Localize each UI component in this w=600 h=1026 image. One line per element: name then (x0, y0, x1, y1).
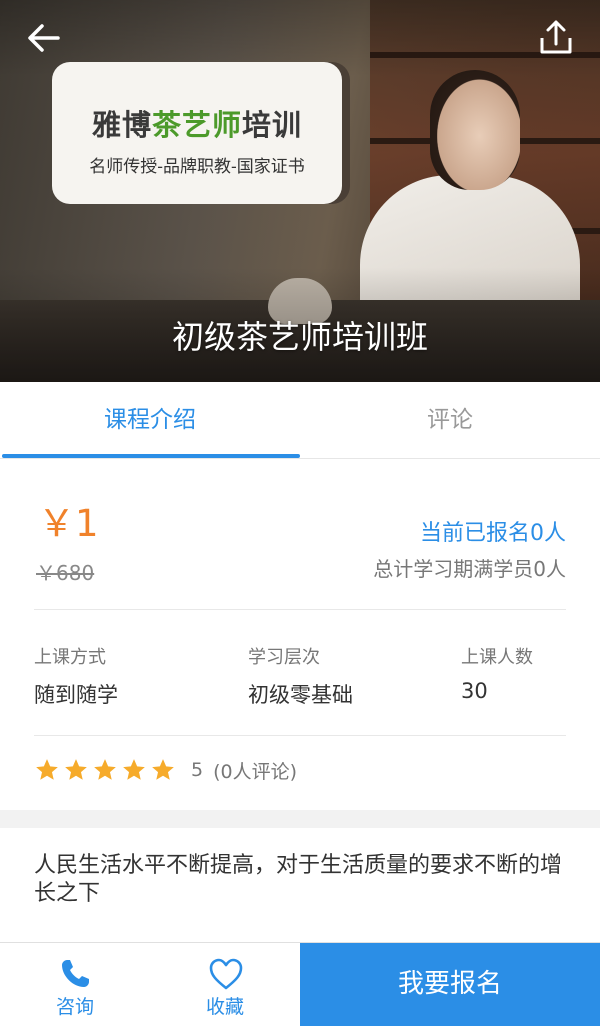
meta-label: 上课方式 (34, 647, 106, 668)
meta-item-level: 学习层次 初级零基础 (248, 643, 353, 709)
tab-course-intro[interactable]: 课程介绍 (0, 382, 300, 458)
back-button[interactable] (22, 16, 66, 60)
logo-title-suffix: 培训 (242, 108, 303, 142)
star-icon (152, 759, 174, 780)
star-icon (94, 759, 116, 780)
favorite-label: 收藏 (205, 996, 244, 1018)
star-icon (36, 759, 58, 780)
signup-label: 我要报名 (397, 969, 502, 999)
logo-subtitle: 名师传授-品牌职教-国家证书 (89, 157, 305, 177)
tab-bar: 课程介绍 评论 (0, 382, 600, 459)
meta-item-class-mode: 上课方式 随到随学 (34, 643, 118, 709)
star-icon (65, 759, 87, 780)
bottom-action-bar: 咨询 收藏 我要报名 (0, 942, 600, 1026)
graduated-count: 总计学习期满学员0人 (373, 557, 566, 581)
star-rating (34, 757, 179, 783)
heart-icon (209, 958, 243, 990)
consult-button[interactable]: 咨询 (0, 943, 150, 1026)
review-count: (0人评论) (213, 760, 298, 783)
share-button[interactable] (534, 16, 578, 60)
meta-value: 随到随学 (34, 683, 118, 707)
logo-title-prefix: 雅博 (91, 108, 152, 142)
divider (34, 609, 566, 610)
current-price: ￥1 (38, 502, 99, 545)
enrolled-count: 当前已报名0人 (420, 521, 566, 546)
share-icon (540, 20, 572, 54)
phone-icon (62, 960, 89, 987)
description-text: 人民生活水平不断提高，对于生活质量的要求不断的增长之下 (34, 853, 563, 906)
course-description: 人民生活水平不断提高，对于生活质量的要求不断的增长之下 (0, 828, 600, 942)
meta-value: 初级零基础 (248, 683, 353, 707)
course-banner: 雅博茶艺师培训 名师传授-品牌职教-国家证书 初级茶艺师培训班 (0, 0, 600, 382)
logo-title: 雅博茶艺师培训 (52, 102, 342, 144)
active-tab-indicator (2, 454, 300, 458)
rating-row: 5 (0人评论) (34, 756, 297, 784)
original-price: ￥680 (36, 561, 95, 585)
meta-value: 30 (461, 679, 488, 703)
course-title: 初级茶艺师培训班 (171, 318, 428, 356)
course-info-panel: ￥1 ￥680 当前已报名0人 总计学习期满学员0人 上课方式 随到随学 学习层… (0, 459, 600, 810)
divider (34, 735, 566, 736)
meta-label: 上课人数 (461, 647, 533, 668)
rating-score: 5 (191, 759, 204, 781)
logo-title-accent: 茶艺师 (151, 108, 242, 142)
meta-label: 学习层次 (248, 647, 320, 668)
meta-item-class-size: 上课人数 30 (461, 643, 533, 703)
signup-button[interactable]: 我要报名 (300, 943, 600, 1026)
star-icon (123, 759, 145, 780)
tab-comments[interactable]: 评论 (300, 382, 600, 458)
favorite-button[interactable]: 收藏 (150, 943, 300, 1026)
arrow-left-icon (28, 24, 60, 52)
consult-label: 咨询 (55, 996, 94, 1018)
logo-card: 雅博茶艺师培训 名师传授-品牌职教-国家证书 (52, 62, 342, 204)
